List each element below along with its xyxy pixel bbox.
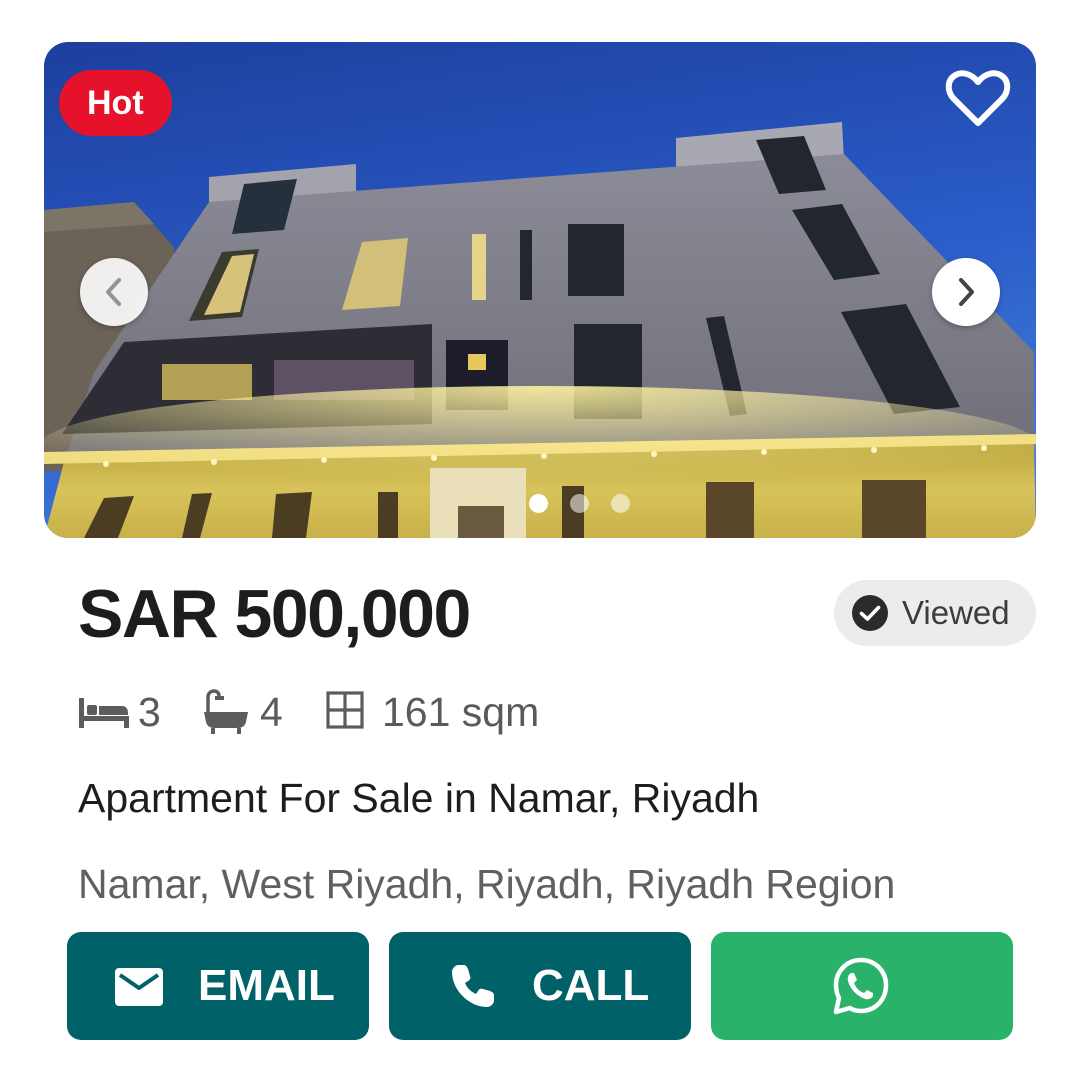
listing-title[interactable]: Apartment For Sale in Namar, Riyadh — [78, 770, 759, 826]
area-grid-icon — [326, 691, 364, 729]
check-circle-icon — [852, 595, 888, 631]
carousel-next-button[interactable] — [932, 258, 1000, 326]
viewed-badge: Viewed — [834, 580, 1036, 646]
bathtub-icon — [204, 689, 248, 734]
carousel-prev-button[interactable] — [80, 258, 148, 326]
carousel-pagination — [529, 494, 630, 514]
email-button[interactable]: EMAIL — [67, 932, 369, 1040]
carousel-dot[interactable] — [570, 494, 589, 513]
listing-price: SAR 500,000 — [78, 576, 471, 652]
carousel-dot-active[interactable] — [529, 494, 548, 513]
carousel-dot[interactable] — [611, 494, 630, 513]
property-photo — [44, 42, 1036, 538]
whatsapp-button[interactable] — [711, 932, 1013, 1040]
whatsapp-icon — [833, 957, 889, 1015]
call-button-label: CALL — [532, 961, 650, 1010]
listing-location: Namar, West Riyadh, Riyadh, Riyadh Regio… — [78, 861, 896, 907]
property-specs: 3 4 161 sqm — [0, 684, 1072, 740]
area-size: 161 sqm — [382, 689, 540, 735]
call-button[interactable]: CALL — [389, 932, 691, 1040]
bed-icon — [79, 698, 129, 728]
envelope-icon — [115, 968, 163, 1006]
property-image-carousel[interactable]: Hot — [44, 42, 1036, 538]
bathroom-count: 4 — [260, 689, 283, 735]
viewed-label: Viewed — [902, 594, 1010, 631]
hot-badge: Hot — [59, 70, 172, 136]
chevron-right-icon — [959, 278, 974, 306]
phone-icon — [452, 965, 494, 1007]
heart-outline-icon[interactable] — [944, 68, 1012, 130]
bedroom-count: 3 — [138, 689, 161, 735]
email-button-label: EMAIL — [198, 961, 335, 1010]
chevron-left-icon — [106, 278, 121, 306]
property-listing-card[interactable]: Hot SAR 500,000 Viewed 3 4 161 sqm Apart… — [0, 0, 1072, 1067]
